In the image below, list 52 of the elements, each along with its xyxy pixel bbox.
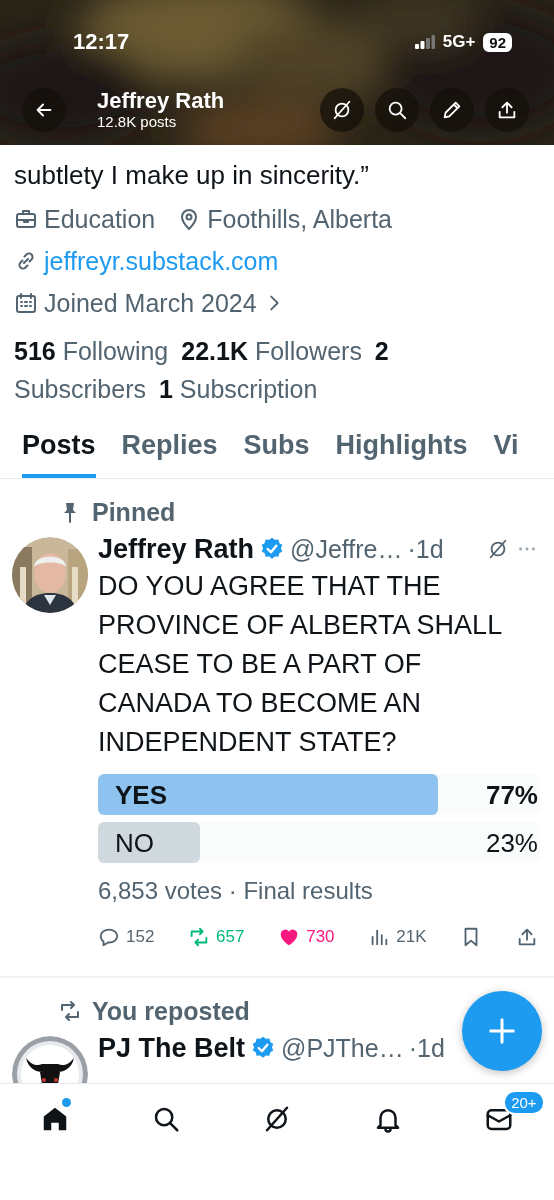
slashed-circle-icon[interactable]	[487, 538, 509, 560]
stat-label[interactable]: Subscription	[179, 375, 318, 403]
plus-icon[interactable]	[487, 1016, 517, 1046]
stat-count[interactable]: 2	[374, 337, 389, 365]
action-count: 730	[306, 927, 335, 947]
profile-tab[interactable]: Subs	[243, 408, 310, 478]
post-time: ·1d	[407, 534, 444, 564]
briefcase-icon	[14, 207, 38, 231]
pencil-icon[interactable]	[441, 99, 463, 121]
action-count: 152	[126, 927, 155, 947]
post-context-label: You reposted	[91, 996, 250, 1026]
author-name[interactable]: Jeffrey Rath	[98, 533, 255, 565]
joined-date[interactable]: Joined March 2024	[44, 288, 257, 318]
reply-icon[interactable]	[98, 926, 120, 948]
poll-option-label: YES	[115, 780, 168, 810]
compose-button[interactable]	[462, 991, 542, 1071]
stat-count[interactable]: 516	[14, 337, 56, 365]
poll-percentage: 77%	[485, 780, 538, 810]
search-icon[interactable]	[386, 99, 408, 121]
profile-name: Jeffrey Rath	[97, 89, 226, 113]
category-label: Education	[44, 204, 156, 234]
stat-count[interactable]: 22.1K	[181, 337, 248, 365]
poll-option-label: NO	[115, 828, 154, 858]
location-label: Foothills, Alberta	[207, 204, 393, 234]
author-name[interactable]: PJ The Belt	[98, 1032, 246, 1064]
stat-label[interactable]: Subscribers	[14, 375, 146, 403]
poll-summary: 6,853 votes · Final results	[98, 876, 374, 906]
bio-text: subtlety I make up in sincerity.”	[13, 159, 370, 192]
post-context-label: Pinned	[91, 497, 176, 527]
network-label: 5G+	[442, 32, 476, 52]
poll-percentage: 23%	[485, 828, 538, 858]
post-text: DO YOU AGREE THAT THE PROVINCE OF ALBERTA SHALL CEASE TO BE A PART OF CANADA TO BECOME AN INDEPENDENT STATE?	[98, 570, 503, 759]
author-handle[interactable]: @Jeffre…	[290, 534, 403, 564]
stat-label[interactable]: Followers	[254, 337, 362, 365]
action-count: 657	[216, 927, 245, 947]
author-handle[interactable]: @PJThe…	[281, 1033, 404, 1063]
slashed-circle-icon[interactable]	[331, 99, 353, 121]
post-count: 12.8K posts	[97, 113, 178, 131]
unread-badge: 20+	[503, 1090, 545, 1115]
post-time: ·1d	[408, 1033, 445, 1063]
stat-count[interactable]: 1	[158, 375, 173, 403]
calendar-icon	[14, 291, 38, 315]
action-count: 21K	[396, 927, 427, 947]
profile-tab[interactable]: Posts	[22, 408, 96, 478]
profile-tab[interactable]: Replies	[121, 408, 218, 478]
profile-tab[interactable]: Vi	[493, 408, 519, 478]
share-icon[interactable]	[496, 99, 518, 121]
signal-icon	[414, 35, 435, 49]
stat-label[interactable]: Following	[62, 337, 169, 365]
repost-icon	[58, 999, 82, 1023]
status-time: 12:17	[73, 29, 130, 55]
profile-tab[interactable]: Highlights	[335, 408, 468, 478]
